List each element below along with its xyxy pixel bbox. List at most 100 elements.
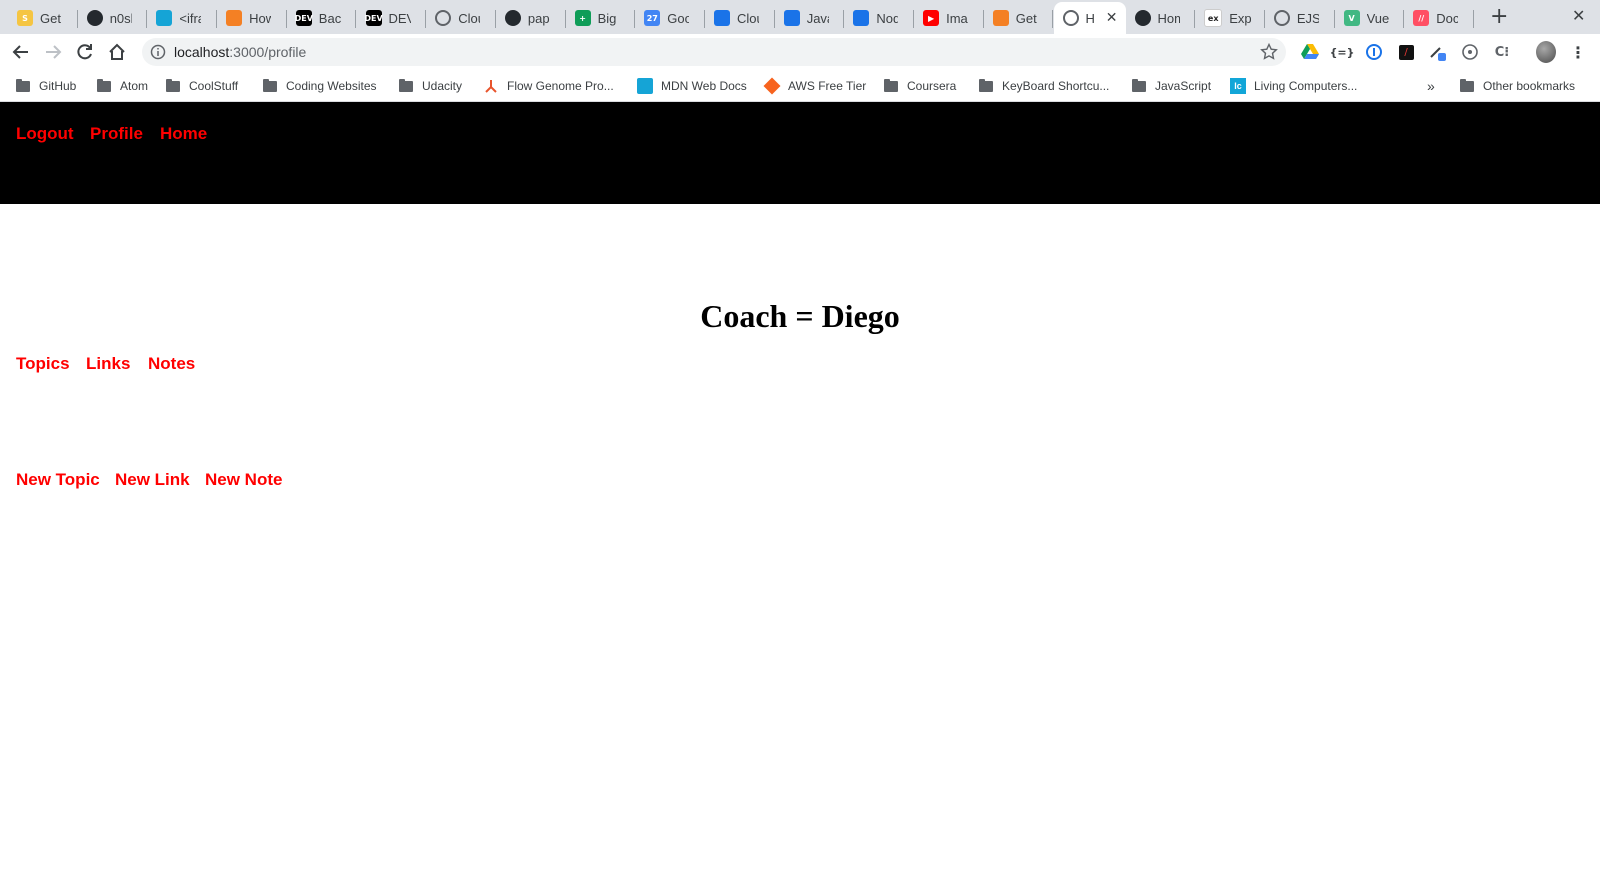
topics-link[interactable]: Topics (16, 354, 70, 374)
reload-icon (77, 44, 92, 60)
browser-tab[interactable]: n0sh (78, 4, 148, 32)
bookmark-item[interactable]: AWS Free Tier (763, 76, 867, 96)
browser-tab[interactable]: Cloud (426, 4, 496, 32)
bookmark-star-icon[interactable] (1260, 43, 1278, 61)
new-tab-button[interactable]: + (1490, 5, 1508, 29)
bookmark-item[interactable]: Flow Genome Pro... (483, 76, 614, 96)
code-extension-icon[interactable]: C⁝ (1492, 42, 1512, 62)
folder-icon (165, 78, 181, 94)
eyedropper-extension-icon[interactable] (1428, 42, 1448, 62)
address-bar[interactable]: localhost:3000/profile (142, 38, 1286, 66)
json-formatter-extension-icon[interactable]: {=} (1330, 42, 1355, 62)
new-note-link[interactable]: New Note (205, 470, 282, 490)
page-viewport: Logout Profile Home Coach = Diego Topics… (0, 102, 1600, 873)
bookmarks-overflow-button[interactable]: » (1427, 76, 1435, 96)
profile-link[interactable]: Profile (90, 124, 143, 144)
living-computers-icon: lc (1230, 78, 1246, 94)
tab-title: Cloud (458, 10, 480, 26)
cloud-icon (714, 10, 730, 26)
browser-tab[interactable]: V Vue.j (1335, 4, 1405, 32)
tab-title: Expr (1229, 10, 1252, 26)
logout-link[interactable]: Logout (16, 124, 74, 144)
bookmark-item[interactable]: GitHub (15, 76, 76, 96)
password-manager-extension-icon[interactable] (1364, 42, 1384, 62)
tab-title: papa (527, 10, 550, 26)
browser-tab[interactable]: Get d (984, 4, 1054, 32)
home-button[interactable] (105, 40, 129, 64)
browser-tab[interactable]: DEV Back (287, 4, 357, 32)
notes-link[interactable]: Notes (148, 354, 195, 374)
other-bookmarks-button[interactable]: Other bookmarks (1459, 76, 1575, 96)
browser-tab[interactable]: 27 Goog (635, 4, 705, 32)
home-link[interactable]: Home (160, 124, 207, 144)
close-tab-icon[interactable]: ✕ (1106, 10, 1118, 26)
github-icon (1134, 10, 1151, 26)
red-extension-icon[interactable]: / (1396, 42, 1416, 62)
tab-title: DEV A (388, 10, 411, 26)
browser-tab[interactable]: H ✕ (1053, 2, 1126, 34)
bookmark-item[interactable]: lc Living Computers... (1230, 76, 1357, 96)
browser-tab[interactable]: Cloud (705, 4, 775, 32)
bookmark-item[interactable]: Coding Websites (262, 76, 377, 96)
profile-avatar[interactable] (1536, 41, 1556, 63)
window-close-button[interactable]: ✕ (1572, 6, 1585, 26)
browser-tab[interactable]: S Get a (8, 4, 78, 32)
other-bookmarks-label: Other bookmarks (1483, 79, 1576, 93)
tab-title: Node (876, 10, 899, 26)
dev-icon: DEV (364, 10, 383, 26)
folder-icon (398, 78, 414, 94)
stackoverflow-icon: S (17, 10, 33, 26)
browser-tab[interactable]: ex Expr (1195, 4, 1265, 32)
tab-title: Get d (1015, 10, 1038, 26)
vue-icon: V (1343, 10, 1360, 26)
bookmark-item[interactable]: Udacity (398, 76, 462, 96)
browser-tab[interactable]: // Docu (1404, 4, 1474, 32)
bookmark-item[interactable]: JavaScript (1131, 76, 1211, 96)
bookmark-item[interactable]: Atom (96, 76, 148, 96)
mdn-icon (637, 78, 653, 94)
stackoverflow-icon (992, 10, 1009, 26)
folder-icon (1459, 78, 1475, 94)
bookmark-label: Coursera (907, 79, 957, 93)
browser-tab[interactable]: ▶ Imag (914, 4, 984, 32)
browser-tab[interactable]: DEV DEV A (357, 4, 427, 32)
tab-title: Hom (1157, 10, 1180, 26)
tab-title: Get a (40, 10, 62, 26)
browser-tab[interactable]: EJS -- (1265, 4, 1335, 32)
browser-tab[interactable]: Hom (1126, 4, 1196, 32)
bookmark-item[interactable]: KeyBoard Shortcu... (978, 76, 1109, 96)
browser-tab[interactable]: How (217, 4, 287, 32)
browser-tab[interactable]: Node (844, 4, 915, 32)
globe-icon (1273, 10, 1290, 26)
browser-menu-icon[interactable]: ⋮ (1568, 42, 1588, 62)
cloud-icon (853, 10, 870, 26)
aws-icon (763, 77, 781, 95)
bookmark-item[interactable]: MDN Web Docs (637, 76, 747, 96)
browser-tab[interactable]: JavaS (775, 4, 845, 32)
tab-title: JavaS (806, 10, 829, 26)
url-host: localhost (174, 44, 230, 60)
links-link[interactable]: Links (86, 354, 130, 374)
bookmark-item[interactable]: Coursera (883, 76, 956, 96)
forward-button[interactable] (41, 40, 65, 64)
browser-tab[interactable]: <ifra (147, 4, 218, 32)
circle-extension-icon[interactable] (1460, 42, 1480, 62)
url-path: :3000/profile (229, 44, 307, 60)
github-icon (86, 10, 103, 26)
browser-tab[interactable]: + Big R (566, 4, 636, 32)
back-arrow-icon (12, 45, 28, 59)
reload-button[interactable] (73, 40, 97, 64)
bookmark-label: AWS Free Tier (788, 79, 867, 93)
bookmark-label: Living Computers... (1254, 79, 1358, 93)
google-drive-extension-icon[interactable] (1300, 42, 1320, 62)
tab-title: Big R (597, 10, 620, 26)
browser-tab[interactable]: papa (496, 4, 566, 32)
new-link-link[interactable]: New Link (115, 470, 190, 490)
tab-title: Vue.j (1366, 10, 1389, 26)
folder-icon (1131, 78, 1147, 94)
back-button[interactable] (9, 40, 33, 64)
new-topic-link[interactable]: New Topic (16, 470, 100, 490)
bookmark-item[interactable]: CoolStuff (165, 76, 238, 96)
info-icon[interactable] (150, 44, 166, 60)
bookmark-label: Atom (120, 79, 149, 93)
